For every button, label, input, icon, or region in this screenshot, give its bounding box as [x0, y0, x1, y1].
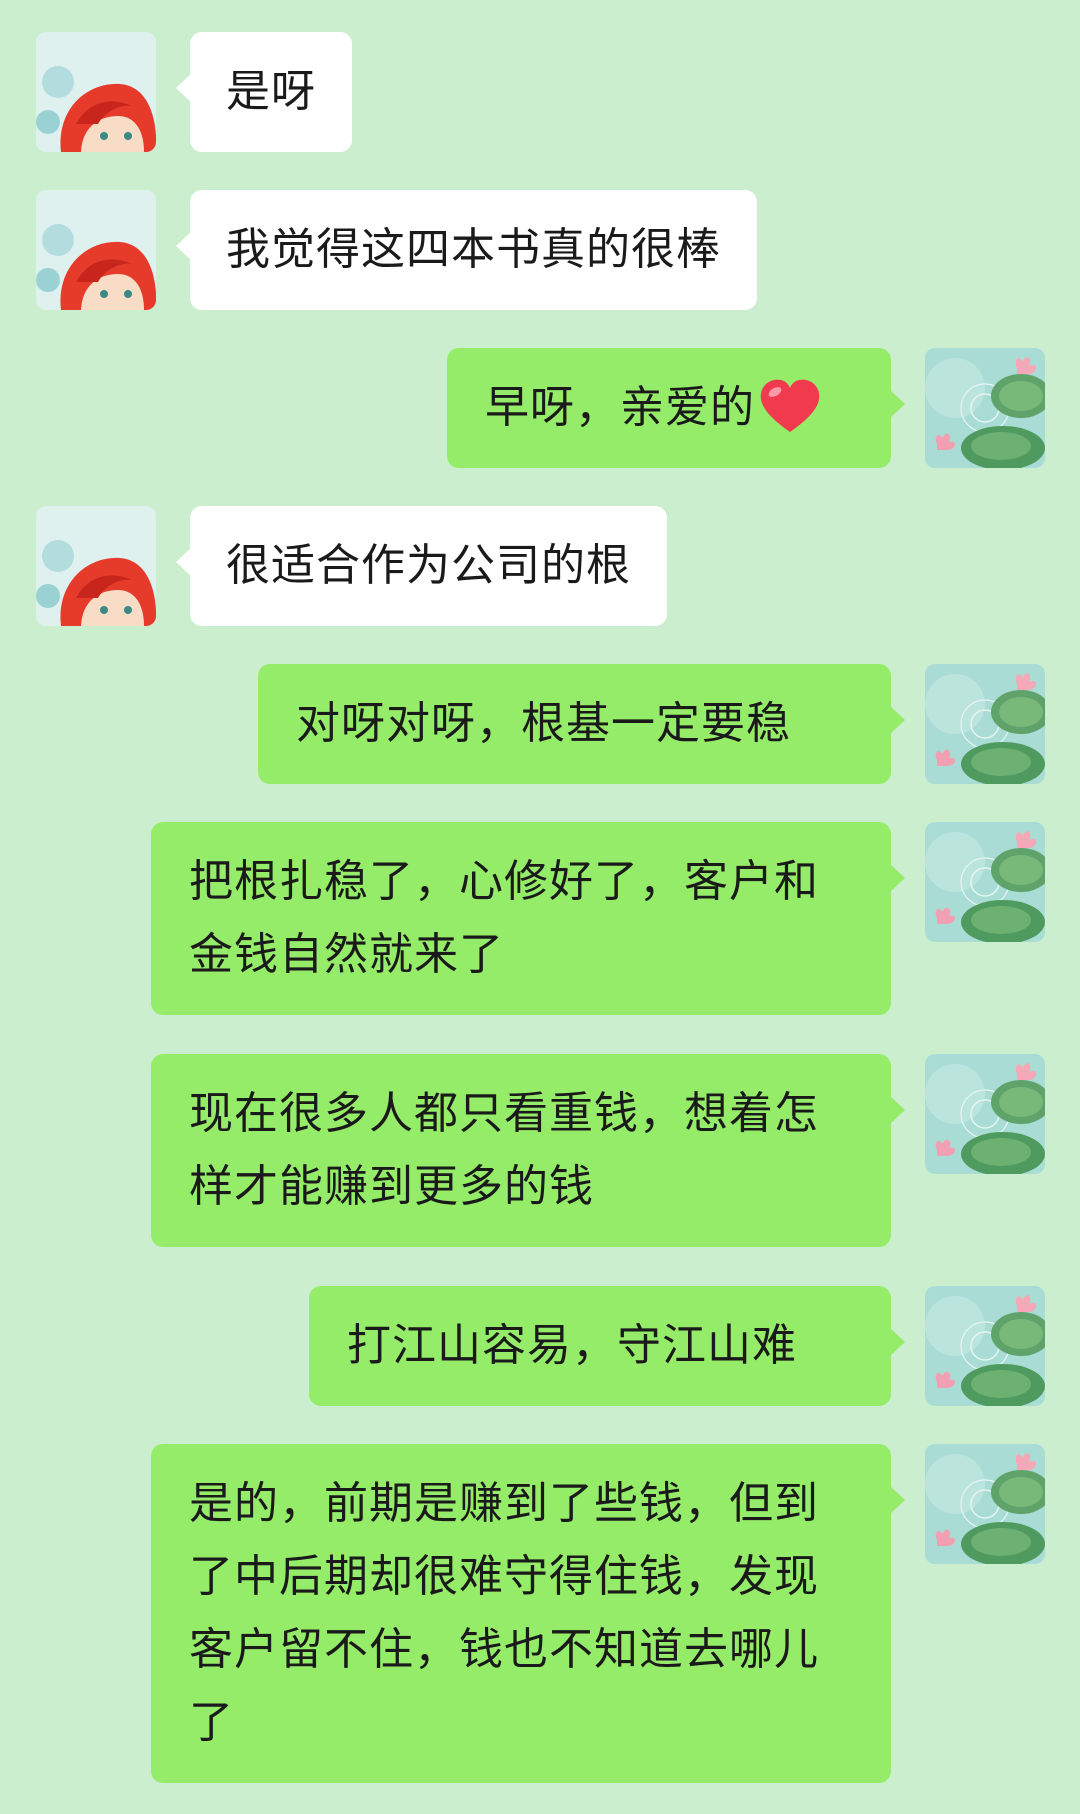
message-text: 把根扎稳了，心修好了，客户和金钱自然就来了	[189, 856, 819, 980]
self-avatar-icon[interactable]	[925, 664, 1045, 784]
message-text: 我觉得这四本书真的很棒	[226, 224, 721, 275]
self-avatar-icon[interactable]	[925, 1286, 1045, 1406]
message-bubble[interactable]: 是的，前期是赚到了些钱，但到了中后期却很难守得住钱，发现客户留不住，钱也不知道去…	[151, 1444, 905, 1783]
self-avatar-icon[interactable]	[925, 822, 1045, 942]
message-bubble[interactable]: 早呀，亲爱的	[447, 348, 905, 468]
message-bubble[interactable]: 把根扎稳了，心修好了，客户和金钱自然就来了	[151, 822, 905, 1015]
message-bubble[interactable]: 很适合作为公司的根	[176, 506, 667, 626]
message-text: 很适合作为公司的根	[226, 540, 631, 591]
message-bubble[interactable]: 对呀对呀，根基一定要稳	[258, 664, 905, 784]
self-avatar-icon[interactable]	[925, 1054, 1045, 1174]
message-bubble[interactable]: 打江山容易，守江山难	[309, 1286, 905, 1406]
message-text: 是呀	[226, 66, 316, 117]
contact-avatar-icon[interactable]	[36, 190, 156, 310]
message-bubble[interactable]: 是呀	[176, 32, 352, 152]
self-avatar-icon[interactable]	[925, 348, 1045, 468]
message-text: 打江山容易，守江山难	[347, 1320, 797, 1371]
self-avatar-icon[interactable]	[925, 1444, 1045, 1564]
message-text: 是的，前期是赚到了些钱，但到了中后期却很难守得住钱，发现客户留不住，钱也不知道去…	[189, 1478, 819, 1748]
contact-avatar-icon[interactable]	[36, 32, 156, 152]
red-heart-emoji-icon	[759, 378, 821, 434]
message-text: 现在很多人都只看重钱，想着怎样才能赚到更多的钱	[189, 1088, 819, 1212]
message-bubble[interactable]: 现在很多人都只看重钱，想着怎样才能赚到更多的钱	[151, 1054, 905, 1247]
message-text: 对呀对呀，根基一定要稳	[296, 698, 791, 749]
message-bubble[interactable]: 我觉得这四本书真的很棒	[176, 190, 757, 310]
contact-avatar-icon[interactable]	[36, 506, 156, 626]
message-text: 早呀，亲爱的	[485, 382, 755, 433]
